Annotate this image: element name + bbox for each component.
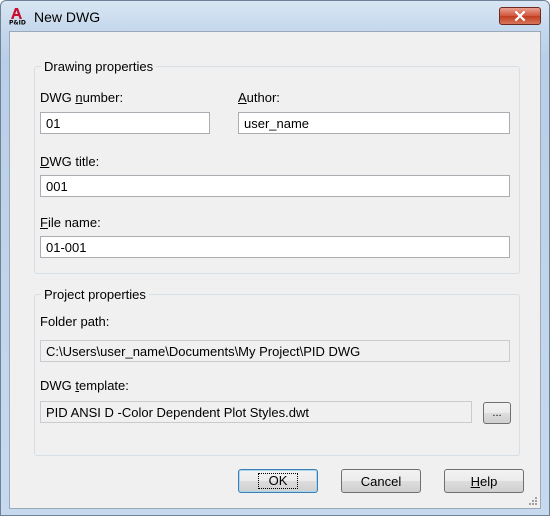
author-input[interactable]: user_name [238,112,510,134]
new-dwg-dialog: P&ID New DWG Drawing properties DWG numb… [0,0,550,516]
resize-grip-icon[interactable] [528,496,538,506]
autocad-pid-app-icon: P&ID [9,8,26,26]
drawing-properties-legend: Drawing properties [41,59,157,74]
svg-text:P&ID: P&ID [9,20,26,26]
cancel-button[interactable]: Cancel [341,469,421,493]
window-title: New DWG [34,9,101,25]
author-label: Author: [238,90,280,105]
dwg-title-input[interactable]: 001 [40,175,510,197]
close-button[interactable] [499,7,541,25]
cancel-label: Cancel [360,473,402,489]
browse-template-label: ... [492,407,502,419]
dwg-template-field: PID ANSI D -Color Dependent Plot Styles.… [40,401,472,423]
ok-label: OK [257,473,299,489]
browse-template-button[interactable]: ... [483,402,511,424]
ok-button[interactable]: OK [238,469,318,493]
folder-path-label: Folder path: [40,314,110,329]
project-properties-legend: Project properties [41,287,149,302]
help-label: Help [470,473,498,489]
help-button[interactable]: Help [444,469,524,493]
folder-path-field: C:\Users\user_name\Documents\My Project\… [40,340,510,362]
close-icon [514,11,526,21]
dwg-title-label: DWG title: [40,154,100,169]
dialog-body: Drawing properties DWG number: 01 Author… [9,31,541,509]
dwg-number-label: DWG number: [40,90,124,105]
dwg-number-input[interactable]: 01 [40,112,210,134]
title-bar[interactable]: P&ID New DWG [1,1,549,31]
file-name-input[interactable]: 01-001 [40,236,510,258]
file-name-label: File name: [40,215,101,230]
dwg-template-label: DWG template: [40,378,129,393]
